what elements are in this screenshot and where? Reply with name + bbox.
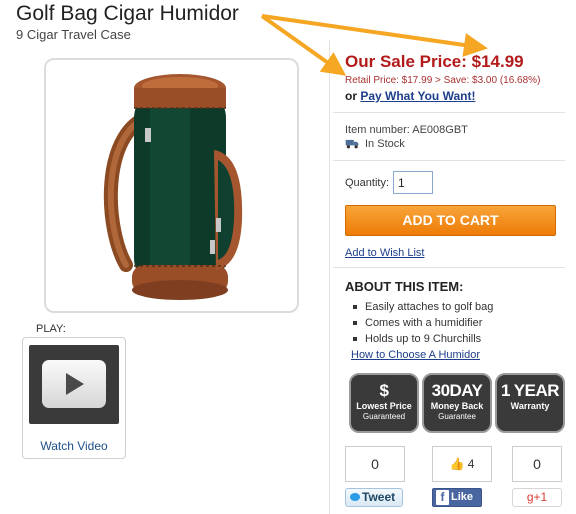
- divider: [333, 267, 565, 268]
- stock-text: In Stock: [365, 138, 405, 150]
- retail-price-line: Retail Price: $17.99 > Save: $3.00 (16.6…: [345, 75, 541, 86]
- pwyw-prefix: or: [345, 89, 361, 103]
- add-to-wishlist-link[interactable]: Add to Wish List: [345, 247, 424, 259]
- badge-line: Guaranteed: [362, 412, 406, 421]
- feature-item: Comes with a humidifier: [351, 315, 493, 331]
- thumbs-up-icon: 👍: [449, 457, 465, 471]
- facebook-like-button[interactable]: Like: [432, 488, 482, 507]
- divider: [333, 112, 565, 113]
- truck-icon: [345, 139, 359, 149]
- feature-item: Easily attaches to golf bag: [351, 299, 493, 315]
- choose-humidor-link[interactable]: How to Choose A Humidor: [351, 349, 480, 361]
- pay-what-you-want: or Pay What You Want!: [345, 89, 475, 103]
- lowest-price-badge: $ Lowest Price Guaranteed: [349, 373, 419, 433]
- warranty-badge: 1 YEAR Warranty: [495, 373, 565, 433]
- stock-status: In Stock: [345, 138, 405, 150]
- product-subtitle: 9 Cigar Travel Case: [16, 27, 131, 42]
- sale-price: Our Sale Price: $14.99: [345, 52, 524, 71]
- item-number: Item number: AE008GBT: [345, 124, 468, 136]
- google-plus-button[interactable]: g+1: [512, 488, 562, 507]
- play-icon[interactable]: [42, 360, 106, 408]
- gplus-count: 0: [512, 446, 562, 482]
- quantity-input[interactable]: [393, 171, 433, 194]
- feature-item: Holds up to 9 Churchills: [351, 331, 493, 347]
- feature-list: Easily attaches to golf bag Comes with a…: [351, 299, 493, 347]
- quantity-label: Quantity:: [345, 177, 390, 189]
- badge-line: Money Back: [430, 401, 484, 411]
- about-heading: ABOUT THIS ITEM:: [345, 279, 464, 294]
- tweet-button[interactable]: Tweet: [345, 488, 403, 507]
- video-thumbnail[interactable]: Watch Video: [22, 337, 126, 459]
- facebook-count-value: 4: [467, 457, 475, 471]
- badge-line: Guarantee: [438, 412, 476, 421]
- badge-big: 30DAY: [431, 381, 483, 400]
- badge-big: 1 YEAR: [500, 381, 560, 400]
- product-image[interactable]: [44, 58, 299, 313]
- add-to-cart-button[interactable]: ADD TO CART: [345, 205, 556, 236]
- golf-bag-humidor-image: [103, 74, 243, 300]
- arrow-to-price: [261, 14, 488, 57]
- divider: [333, 160, 565, 161]
- play-label: PLAY:: [36, 323, 66, 335]
- tweet-count: 0: [345, 446, 405, 482]
- video-preview[interactable]: [29, 345, 119, 424]
- money-back-badge: 30DAY Money Back Guarantee: [422, 373, 492, 433]
- badge-big: $: [379, 381, 389, 400]
- badge-line: Lowest Price: [356, 401, 412, 411]
- pay-what-you-want-link[interactable]: Pay What You Want!: [360, 89, 475, 103]
- column-divider: [329, 40, 330, 514]
- watch-video-link[interactable]: Watch Video: [23, 439, 125, 453]
- facebook-like-count: 👍 4: [432, 446, 492, 482]
- badge-line: Warranty: [510, 401, 550, 411]
- product-title: Golf Bag Cigar Humidor: [16, 2, 239, 25]
